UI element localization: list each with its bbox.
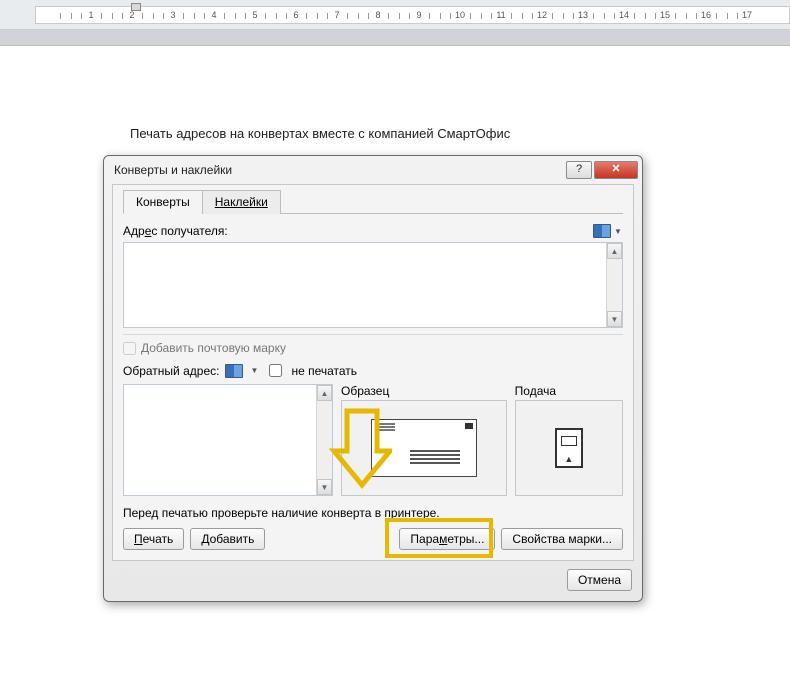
horizontal-ruler: 1234567891011121314151617 [0, 0, 790, 30]
options-button[interactable]: Параметры... [399, 528, 495, 550]
dialog-title: Конверты и наклейки [114, 163, 564, 177]
envelope-preview[interactable] [341, 400, 507, 496]
preview-label: Образец [341, 384, 507, 398]
cancel-button[interactable]: Отмена [567, 569, 632, 591]
return-address-book-icon[interactable] [225, 364, 243, 378]
close-button[interactable]: ✕ [594, 161, 638, 179]
feed-label: Подача [515, 384, 623, 398]
envelopes-labels-dialog: Конверты и наклейки ? ✕ Конверты Наклейк… [103, 155, 643, 602]
omit-label: не печатать [291, 364, 357, 378]
help-button[interactable]: ? [566, 161, 592, 179]
add-postage-checkbox [123, 342, 136, 355]
recipient-address-label: Адрес получателя: ▼ [123, 224, 623, 238]
scroll-down-icon[interactable]: ▼ [607, 311, 622, 327]
return-address-book-dropdown[interactable]: ▼ [249, 366, 259, 375]
return-address-row: Обратный адрес: ▼ не печатать [123, 361, 623, 380]
envelope-icon [371, 419, 477, 477]
add-postage-row: Добавить почтовую марку [123, 334, 623, 355]
ruler-shadow [0, 30, 790, 46]
scroll-down-icon[interactable]: ▼ [317, 479, 332, 495]
scroll-up-icon[interactable]: ▲ [317, 385, 332, 401]
omit-checkbox[interactable] [269, 364, 282, 377]
tab-strip: Конверты Наклейки [123, 189, 623, 214]
tab-labels-label: Наклейки [215, 195, 268, 209]
stamp-properties-button[interactable]: Свойства марки... [501, 528, 623, 550]
recipient-address-field[interactable] [124, 243, 606, 327]
feed-preview[interactable] [515, 400, 623, 496]
tab-envelopes[interactable]: Конверты [123, 190, 203, 214]
document-heading: Печать адресов на конвертах вместе с ком… [130, 126, 790, 141]
recipient-address-field-wrap: ▲ ▼ [123, 242, 623, 328]
return-address-label: Обратный адрес: [123, 364, 219, 378]
address-book-dropdown[interactable]: ▼ [613, 227, 623, 236]
print-button[interactable]: Печать [123, 528, 184, 550]
scroll-up-icon[interactable]: ▲ [607, 243, 622, 259]
tab-labels[interactable]: Наклейки [202, 190, 281, 214]
address-book-icon[interactable] [593, 224, 611, 238]
add-to-document-button[interactable]: Добавить [190, 528, 265, 550]
scrollbar[interactable]: ▲ ▼ [606, 243, 622, 327]
add-postage-label: Добавить почтовую марку [141, 341, 286, 355]
dialog-titlebar[interactable]: Конверты и наклейки ? ✕ [104, 156, 642, 184]
printer-tip: Перед печатью проверьте наличие конверта… [123, 506, 623, 520]
scrollbar[interactable]: ▲ ▼ [316, 385, 332, 495]
return-address-field-wrap: ▲ ▼ [123, 384, 333, 496]
feed-icon [555, 428, 583, 468]
return-address-field[interactable] [124, 385, 316, 495]
